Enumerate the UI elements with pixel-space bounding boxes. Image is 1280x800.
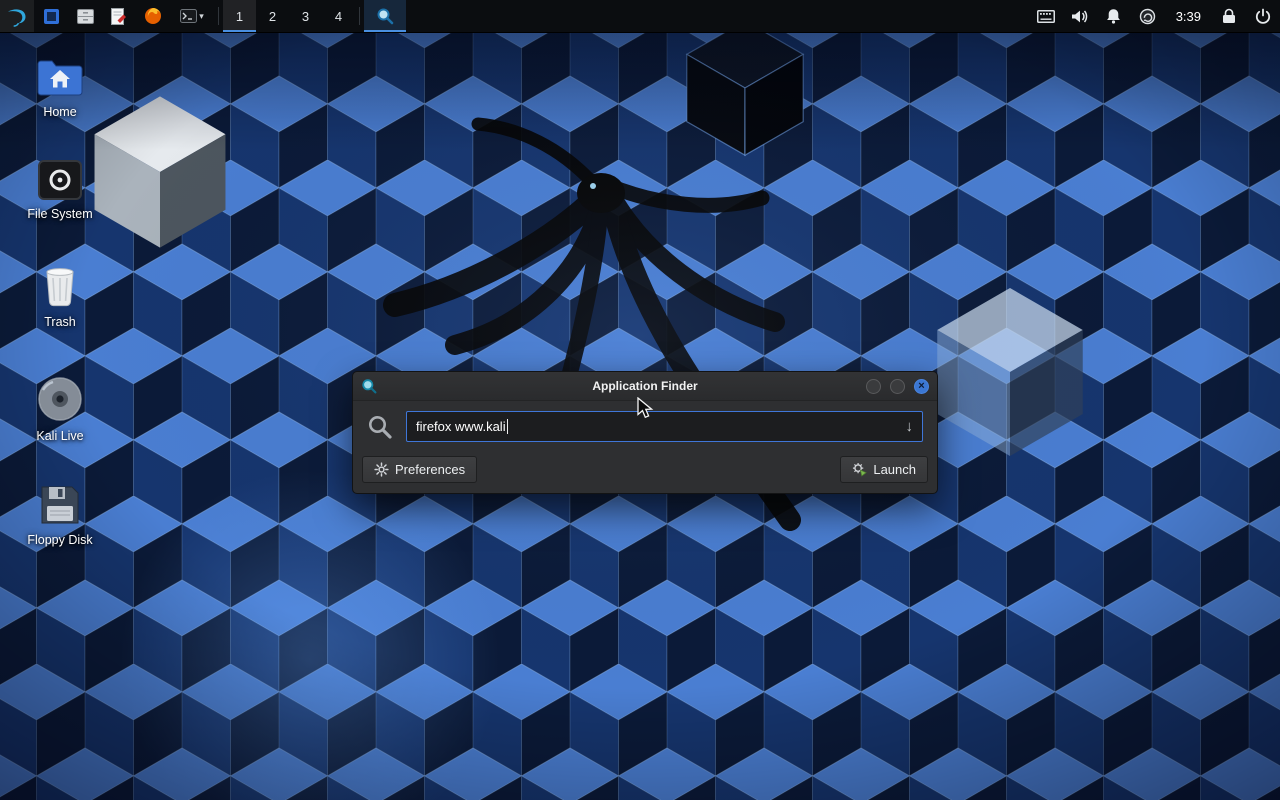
file-system-drive-icon — [38, 160, 82, 200]
speaker-icon — [1071, 9, 1088, 24]
text-caret — [507, 419, 508, 434]
workspace-button-1[interactable]: 1 — [223, 0, 256, 32]
desktop-icon-kali-live[interactable]: Kali Live — [14, 376, 106, 443]
notifications-button[interactable] — [1097, 0, 1131, 32]
power-icon — [1255, 8, 1271, 24]
volume-button[interactable] — [1063, 0, 1097, 32]
desktop-icon-label: Floppy Disk — [27, 533, 92, 547]
preferences-button[interactable]: Preferences — [362, 456, 477, 483]
desktop-icon-home[interactable]: Home — [14, 58, 106, 119]
keyboard-layout-button[interactable] — [1029, 0, 1063, 32]
titlebar[interactable]: Application Finder × — [353, 372, 937, 401]
window-title: Application Finder — [353, 379, 937, 393]
show-desktop-launcher[interactable] — [34, 0, 68, 32]
desktop-icon-label: Home — [43, 105, 76, 119]
panel-left-group: ▾ 1 2 3 4 — [0, 0, 406, 32]
application-finder-window: Application Finder × firefox www.kali ↓ — [352, 371, 938, 494]
panel-separator — [359, 7, 360, 25]
panel-right-group: 3:39 — [1029, 0, 1280, 32]
trash-can-icon — [40, 264, 80, 308]
kali-menu-button[interactable] — [0, 0, 34, 32]
top-panel: ▾ 1 2 3 4 — [0, 0, 1280, 33]
taskbar-application-finder-button[interactable] — [364, 0, 406, 32]
power-button[interactable] — [1246, 0, 1280, 32]
preferences-button-label: Preferences — [395, 462, 465, 477]
kali-logo-icon — [6, 5, 29, 28]
search-row: firefox www.kali ↓ — [353, 401, 937, 450]
floppy-disk-icon — [39, 484, 81, 526]
application-finder-icon — [361, 378, 377, 394]
file-cabinet-icon — [77, 9, 94, 24]
search-input-value: firefox www.kali — [416, 419, 506, 434]
magnifier-icon — [376, 7, 394, 25]
workspace-button-4[interactable]: 4 — [322, 0, 355, 32]
bell-icon — [1106, 8, 1121, 24]
lock-screen-button[interactable] — [1212, 0, 1246, 32]
search-icon — [367, 414, 393, 440]
firefox-launcher[interactable] — [136, 0, 170, 32]
desktop: ▾ 1 2 3 4 — [0, 0, 1280, 800]
desktop-icon-label: Kali Live — [36, 429, 83, 443]
text-editor-launcher[interactable] — [102, 0, 136, 32]
document-pencil-icon — [111, 8, 127, 25]
network-orb-button[interactable] — [1131, 0, 1165, 32]
launch-button[interactable]: Launch — [840, 456, 928, 483]
orb-arrow-icon — [1139, 8, 1156, 25]
launch-icon — [852, 462, 867, 477]
workspace-button-2[interactable]: 2 — [256, 0, 289, 32]
launch-button-label: Launch — [873, 462, 916, 477]
gear-icon — [374, 462, 389, 477]
desktop-icon-trash[interactable]: Trash — [14, 264, 106, 329]
panel-separator — [218, 7, 219, 25]
desktop-icon-label: File System — [27, 207, 92, 221]
maximize-button[interactable] — [890, 379, 905, 394]
desktop-icon-file-system[interactable]: File System — [14, 160, 106, 221]
workspace-button-3[interactable]: 3 — [289, 0, 322, 32]
close-button[interactable]: × — [914, 379, 929, 394]
terminal-icon — [180, 9, 197, 23]
search-input[interactable]: firefox www.kali ↓ — [406, 411, 923, 442]
firefox-icon — [144, 7, 162, 25]
desktop-icon-label: Trash — [44, 315, 76, 329]
minimize-button[interactable] — [866, 379, 881, 394]
desktop-icon-floppy-disk[interactable]: Floppy Disk — [14, 484, 106, 547]
lock-icon — [1222, 8, 1236, 24]
terminal-launcher[interactable]: ▾ — [170, 0, 214, 32]
optical-disc-icon — [37, 376, 83, 422]
dialog-button-row: Preferences Launch — [353, 450, 937, 493]
window-controls: × — [866, 379, 929, 394]
chevron-down-icon: ▾ — [199, 11, 204, 22]
home-folder-icon — [36, 58, 84, 98]
clock[interactable]: 3:39 — [1165, 0, 1212, 32]
file-manager-launcher[interactable] — [68, 0, 102, 32]
history-dropdown-icon[interactable]: ↓ — [906, 418, 914, 435]
window-icon — [43, 8, 60, 25]
keyboard-icon — [1037, 10, 1055, 23]
